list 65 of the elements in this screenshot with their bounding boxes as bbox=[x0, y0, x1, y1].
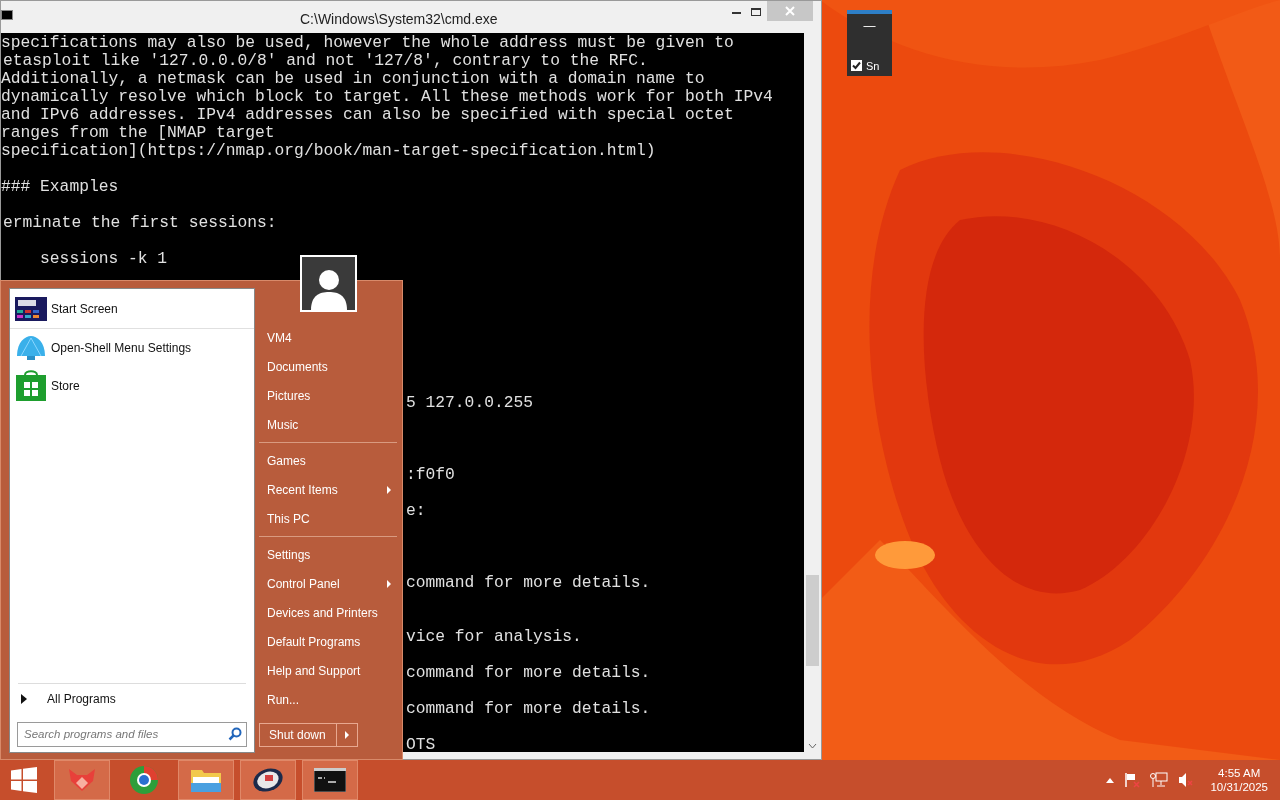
console-line: and IPv6 addresses. IPv4 addresses can also be specified with special octet bbox=[1, 106, 734, 124]
console-line: dynamically resolve which block to target. All these methods work for both IPv4 bbox=[1, 88, 773, 106]
menu-item[interactable]: Recent Items bbox=[259, 475, 399, 504]
menu-item[interactable]: This PC bbox=[259, 504, 399, 533]
flag-icon[interactable] bbox=[1124, 772, 1141, 788]
shopping-bag-icon bbox=[15, 370, 47, 402]
menu-item[interactable]: Documents bbox=[259, 352, 399, 381]
console-line: Additionally, a netmask can be used in conjunction with a domain name to bbox=[1, 70, 705, 88]
scrollbar-thumb[interactable] bbox=[806, 575, 819, 666]
console-line: command for more details. bbox=[406, 574, 651, 592]
globe-icon bbox=[129, 765, 159, 795]
menu-item[interactable]: VM4 bbox=[259, 323, 399, 352]
shell-icon bbox=[15, 334, 47, 362]
menu-item[interactable]: Control Panel bbox=[259, 569, 399, 598]
console-line: OTS bbox=[406, 736, 436, 752]
taskbar-app-button[interactable] bbox=[302, 760, 358, 800]
arrow-icon bbox=[345, 731, 349, 739]
console-line: etasploit like '127.0.0.0/8' and not '127/8', contrary to the RFC. bbox=[3, 52, 648, 70]
console-line: :f0f0 bbox=[406, 466, 455, 484]
console-icon bbox=[314, 768, 346, 792]
fox-icon bbox=[67, 767, 97, 793]
console-line: specification](https://nmap.org/book/man-target-specification.html) bbox=[1, 142, 656, 160]
chevron-down-icon[interactable] bbox=[808, 743, 817, 749]
console-line: sessions -k 1 bbox=[39, 250, 168, 268]
console-line: erminate the first sessions: bbox=[3, 214, 277, 232]
menu-item[interactable]: Pictures bbox=[259, 381, 399, 410]
close-icon bbox=[785, 6, 795, 16]
console-line: e: bbox=[406, 502, 426, 520]
arrow-icon bbox=[387, 579, 391, 588]
program-item[interactable]: Open-Shell Menu Settings bbox=[10, 329, 254, 367]
program-item[interactable]: Start Screen bbox=[10, 289, 254, 329]
console-line: vice for analysis. bbox=[406, 628, 582, 646]
clock[interactable]: 4:55 AM 10/31/2025 bbox=[1210, 766, 1268, 794]
console-line: command for more details. bbox=[406, 664, 651, 682]
console-line: command for more details. bbox=[406, 700, 651, 718]
disc-icon bbox=[252, 766, 284, 794]
console-line: 5 127.0.0.255 bbox=[406, 394, 533, 412]
menu-item[interactable]: Music bbox=[259, 410, 399, 439]
search-icon[interactable] bbox=[228, 727, 242, 741]
window-title: C:\Windows\System32\cmd.exe bbox=[300, 10, 498, 29]
menu-item[interactable]: Run... bbox=[259, 685, 399, 714]
taskbar-app-button[interactable] bbox=[240, 760, 296, 800]
console-line: ### Examples bbox=[1, 178, 119, 196]
triangle-icon bbox=[21, 693, 27, 704]
chevron-up-icon[interactable] bbox=[1106, 777, 1115, 783]
dash-label: — bbox=[863, 20, 876, 32]
windows-logo-icon bbox=[11, 767, 37, 793]
network-icon[interactable] bbox=[1150, 772, 1169, 788]
console-line: ranges from the [NMAP target bbox=[1, 124, 275, 142]
user-avatar bbox=[300, 255, 357, 312]
tiles-icon bbox=[15, 296, 47, 321]
arrow-icon bbox=[387, 485, 391, 494]
program-item[interactable]: Store bbox=[10, 367, 254, 405]
search-field[interactable]: Search programs and files bbox=[17, 721, 247, 747]
menu-item[interactable]: Settings bbox=[259, 540, 399, 569]
menu-item[interactable]: Default Programs bbox=[259, 627, 399, 656]
checkbox[interactable] bbox=[851, 60, 862, 72]
checkbox-label: Sn bbox=[866, 58, 880, 74]
console-icon bbox=[1, 10, 13, 20]
speaker-muted-icon[interactable] bbox=[1178, 772, 1195, 788]
console-line: specifications may also be used, however the whole address must be given to bbox=[1, 34, 734, 52]
all-programs-item[interactable]: All Programs bbox=[18, 683, 246, 713]
menu-item[interactable]: Help and Support bbox=[259, 656, 399, 685]
menu-item[interactable]: Devices and Printers bbox=[259, 598, 399, 627]
menu-item[interactable]: Games bbox=[259, 446, 399, 475]
